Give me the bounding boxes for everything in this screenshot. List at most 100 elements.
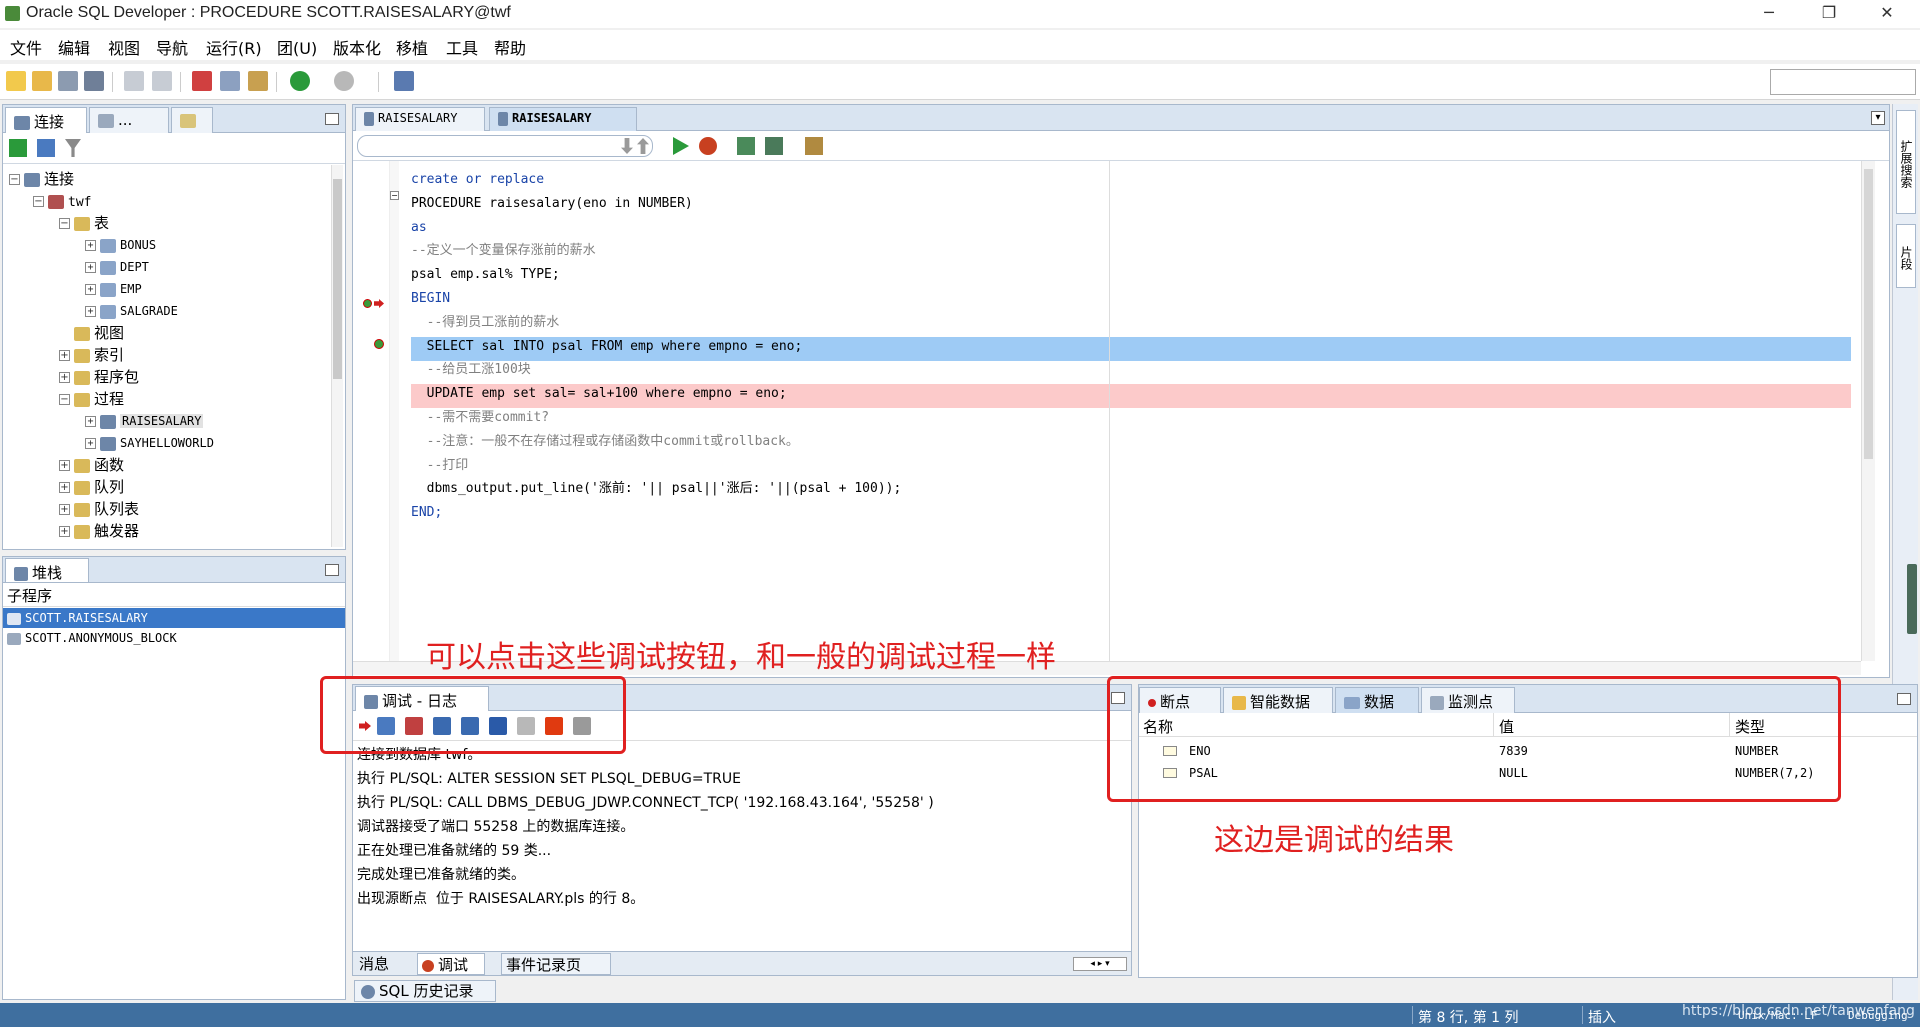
tree-node-table[interactable]: + DEPT [9, 256, 329, 278]
scrollbar-thumb[interactable] [333, 179, 342, 379]
copy-icon[interactable] [220, 71, 240, 91]
tree-node-procedure[interactable]: + SAYHELLOWORLD [9, 432, 329, 454]
tree-node-packages[interactable]: + 程序包 [9, 366, 329, 388]
menu-help[interactable]: 帮助 [494, 35, 526, 59]
compile-debug-icon[interactable] [765, 137, 783, 155]
tree-node-table[interactable]: + SALGRADE [9, 300, 329, 322]
tree-node-indexes[interactable]: + 索引 [9, 344, 329, 366]
breakpoint-icon[interactable] [363, 299, 372, 308]
connections-tree: − 连接 − twf − 表 + BONUS + DEPT + EMP + SALGRADE … [9, 168, 329, 542]
cut-icon[interactable] [192, 71, 212, 91]
save-icon[interactable] [58, 71, 78, 91]
compile-icon[interactable] [737, 137, 755, 155]
tree-node-functions[interactable]: + 函数 [9, 454, 329, 476]
tab-debug[interactable]: 调试 [417, 953, 485, 975]
expand-icon[interactable]: + [85, 262, 96, 273]
menu-view[interactable]: 视图 [108, 35, 140, 59]
fold-icon[interactable]: − [390, 191, 399, 200]
editor-vscrollbar[interactable] [1861, 161, 1875, 661]
stack-row-selected[interactable]: SCOTT.RAISESALARY [3, 608, 345, 628]
sql-worksheet-icon[interactable] [394, 71, 414, 91]
tree-node-queues[interactable]: + 队列 [9, 476, 329, 498]
tree-scrollbar[interactable] [331, 165, 343, 547]
tab-stack[interactable]: 堆栈 [5, 558, 89, 582]
menu-navigate[interactable]: 导航 [156, 35, 188, 59]
debug-icon[interactable] [699, 137, 717, 155]
menu-edit[interactable]: 编辑 [58, 35, 90, 59]
menu-tools[interactable]: 工具 [446, 35, 478, 59]
tree-node-procedures[interactable]: − 过程 [9, 388, 329, 410]
tree-node-root[interactable]: − 连接 [9, 168, 329, 190]
tab-files[interactable] [171, 107, 213, 133]
tree-node-procedure[interactable]: + RAISESALARY [9, 410, 329, 432]
tree-node-triggers[interactable]: + 触发器 [9, 520, 329, 542]
code-line: --给员工涨100块 [399, 358, 1849, 382]
tree-node-views[interactable]: 视图 [9, 322, 329, 344]
status-eol: Unix/Mac: LF [1738, 1009, 1818, 1022]
tree-node-table[interactable]: + BONUS [9, 234, 329, 256]
menu-migration[interactable]: 移植 [396, 35, 428, 59]
tree-label: SAYHELLOWORLD [120, 436, 214, 450]
breakpoint-icon[interactable] [374, 339, 384, 349]
search-input[interactable] [1770, 69, 1916, 95]
tab-list-dropdown[interactable]: ▾ [1871, 111, 1885, 125]
tab-connections[interactable]: 连接 [5, 107, 87, 133]
filter-icon[interactable] [65, 139, 81, 157]
minimize-button[interactable]: ─ [1746, 0, 1792, 28]
add-connection-icon[interactable] [9, 139, 27, 157]
tab-editor-raisesalary[interactable]: RAISESALARY [355, 107, 485, 131]
restore-button[interactable]: ❐ [1806, 0, 1852, 28]
connection-selector[interactable] [357, 135, 653, 157]
extended-search-tab[interactable]: 扩展搜索 [1896, 110, 1916, 214]
menu-team[interactable]: 团(U) [277, 35, 317, 59]
tab-reports[interactable]: ... [89, 107, 169, 133]
menu-run[interactable]: 运行(R) [206, 35, 262, 59]
forward-icon[interactable] [334, 71, 354, 91]
expand-icon[interactable]: + [59, 350, 70, 361]
tree-node-table[interactable]: + EMP [9, 278, 329, 300]
paste-icon[interactable] [248, 71, 268, 91]
tab-editor-raisesalary-debug[interactable]: RAISESALARY [489, 107, 637, 131]
redo-icon[interactable] [152, 71, 172, 91]
menu-versioning[interactable]: 版本化 [333, 35, 381, 59]
tab-scroll-arrows[interactable]: ◂ ▸ ▾ [1073, 957, 1127, 971]
close-button[interactable]: ✕ [1864, 0, 1910, 28]
menu-file[interactable]: 文件 [10, 35, 42, 59]
side-handle[interactable] [1907, 564, 1917, 634]
expand-icon[interactable]: + [59, 526, 70, 537]
tab-sql-history[interactable]: SQL 历史记录 [354, 980, 496, 1002]
open-icon[interactable] [32, 71, 52, 91]
collapse-icon[interactable]: − [33, 196, 44, 207]
tree-node-twf[interactable]: − twf [9, 190, 329, 212]
refresh-icon[interactable] [37, 139, 55, 157]
expand-icon[interactable]: + [59, 460, 70, 471]
minimize-panel-icon[interactable] [325, 564, 339, 576]
collapse-icon[interactable]: − [59, 394, 70, 405]
stack-row[interactable]: SCOTT.ANONYMOUS_BLOCK [3, 628, 345, 648]
collapse-icon[interactable]: − [59, 218, 70, 229]
code-area[interactable]: create or replace PROCEDURE raisesalary(… [399, 168, 1849, 525]
expand-icon[interactable]: + [85, 306, 96, 317]
minimize-panel-icon[interactable] [325, 113, 339, 125]
save-all-icon[interactable] [84, 71, 104, 91]
scrollbar-thumb[interactable] [1864, 169, 1873, 459]
run-icon[interactable] [673, 137, 689, 155]
tree-node-tables[interactable]: − 表 [9, 212, 329, 234]
expand-icon[interactable]: + [59, 372, 70, 383]
snippets-tab[interactable]: 片段 [1896, 224, 1916, 288]
expand-icon[interactable]: + [59, 482, 70, 493]
tab-event-log[interactable]: 事件记录页 [501, 953, 611, 975]
expand-icon[interactable]: + [85, 240, 96, 251]
expand-icon[interactable]: + [85, 284, 96, 295]
find-db-object-icon[interactable] [805, 137, 823, 155]
expand-icon[interactable]: + [59, 504, 70, 515]
expand-icon[interactable]: + [85, 416, 96, 427]
back-icon[interactable] [290, 71, 310, 91]
tree-node-queue-tables[interactable]: + 队列表 [9, 498, 329, 520]
new-icon[interactable] [6, 71, 26, 91]
expand-icon[interactable]: + [85, 438, 96, 449]
collapse-icon[interactable]: − [9, 174, 20, 185]
minimize-panel-icon[interactable] [1897, 693, 1911, 705]
undo-icon[interactable] [124, 71, 144, 91]
tab-messages[interactable]: 消息 [355, 953, 415, 975]
